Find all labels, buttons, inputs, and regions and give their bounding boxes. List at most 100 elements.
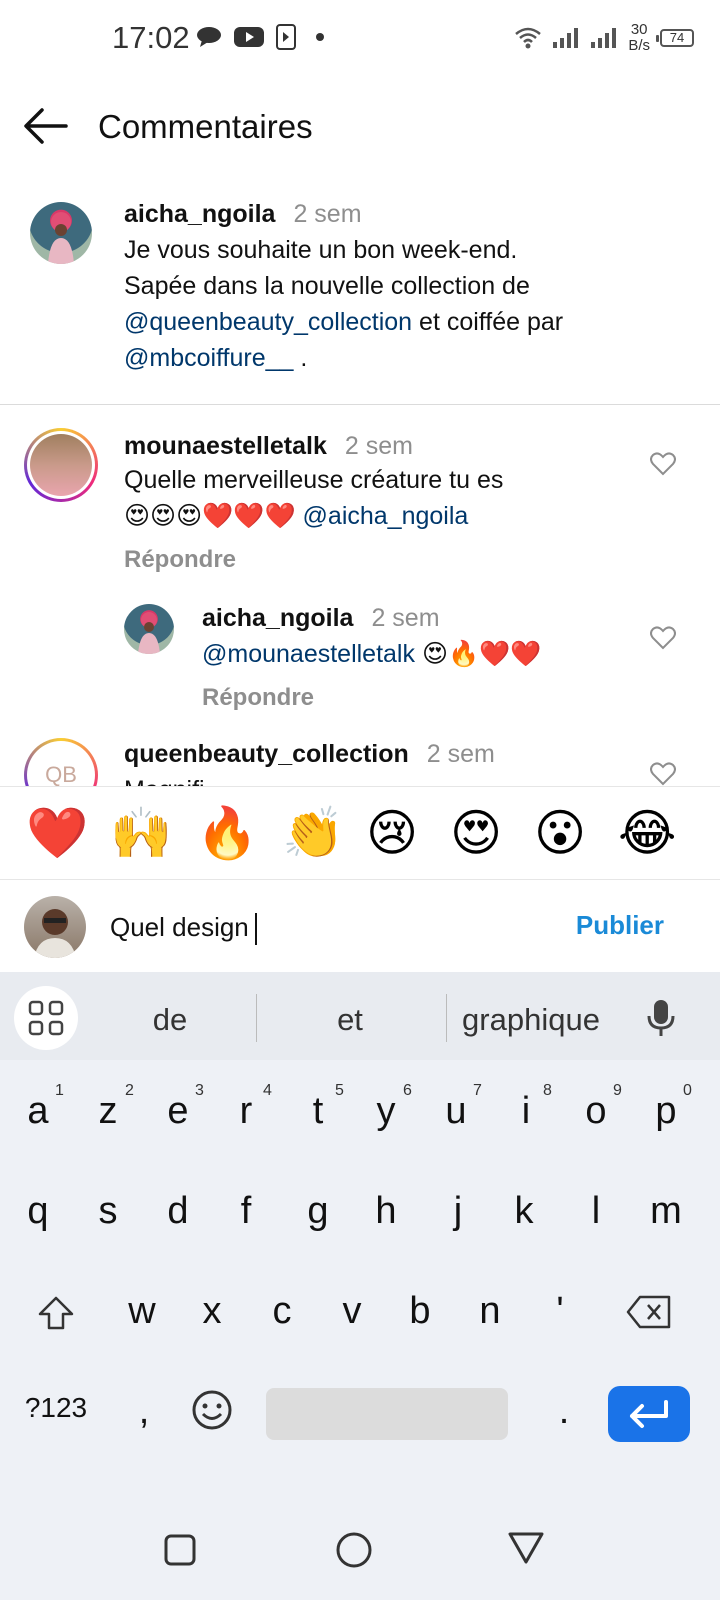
like-heart-icon[interactable] (650, 452, 676, 476)
keyboard: de et graphique a1z2e3r4t5y6u7i8o9p0 qsd… (0, 972, 720, 1600)
key-x[interactable]: x (182, 1290, 242, 1333)
comment-reply-item: aicha_ngoila 2 sem @mounaestelletalk 😍🔥❤️… (0, 602, 720, 722)
key-s[interactable]: s (78, 1190, 138, 1233)
comment-input-field[interactable]: Quel design (110, 912, 257, 946)
comment-username[interactable]: mounaestelletalk (124, 432, 327, 460)
caption-time: 2 sem (293, 200, 362, 228)
header: Commentaires (0, 90, 720, 168)
mention-link[interactable]: @queenbeauty_collection (124, 308, 412, 336)
status-bar: 17:02 30 B/s 74 (0, 0, 720, 80)
media-player-icon (276, 24, 296, 50)
avatar[interactable] (124, 604, 174, 654)
grid-icon (28, 1000, 64, 1036)
comment-time: 2 sem (426, 740, 495, 768)
avatar[interactable] (24, 428, 98, 502)
wifi-icon (515, 27, 542, 49)
suggestion-item[interactable]: et (290, 1002, 410, 1038)
key-number-hint: 2 (125, 1082, 134, 1099)
key-h[interactable]: h (356, 1190, 416, 1233)
enter-arrow-icon (630, 1400, 668, 1428)
shift-icon[interactable] (36, 1294, 76, 1334)
battery-indicator: 74 (656, 29, 694, 47)
emoji-heart-button[interactable]: ❤️ (26, 803, 88, 863)
key-n[interactable]: n (460, 1290, 520, 1333)
emoji-clap-button[interactable]: 👏 (282, 803, 344, 863)
emoji-surprised-button[interactable]: 😮 (534, 803, 586, 863)
symbols-key[interactable]: ?123 (18, 1392, 94, 1424)
emoji-laughing-button[interactable]: 😂 (618, 803, 676, 863)
emoji-crying-button[interactable]: 😢 (366, 803, 418, 863)
mention-link[interactable]: @mounaestelletalk (202, 640, 415, 668)
key-w[interactable]: w (112, 1290, 172, 1333)
key-f[interactable]: f (216, 1190, 276, 1233)
youtube-icon (234, 27, 264, 47)
mention-link[interactable]: @mbcoiffure__ (124, 344, 293, 372)
emoji-keyboard-icon[interactable] (190, 1388, 234, 1432)
key-k[interactable]: k (494, 1190, 554, 1233)
like-heart-icon[interactable] (650, 626, 676, 650)
key-l[interactable]: l (566, 1190, 626, 1233)
dot-icon (316, 33, 324, 41)
key-number-hint: 9 (613, 1082, 622, 1099)
mention-link[interactable]: @aicha_ngoila (303, 502, 469, 530)
reply-button[interactable]: Répondre (202, 684, 314, 712)
back-arrow-icon[interactable] (22, 106, 70, 146)
signal-icon (553, 28, 579, 48)
emoji-raised-hands-button[interactable]: 🙌 (110, 803, 172, 863)
suggestion-item[interactable]: de (110, 1002, 230, 1038)
brand-logo: QB (27, 741, 95, 786)
reply-button[interactable]: Répondre (124, 546, 236, 574)
comment-time: 2 sem (371, 604, 440, 632)
key-number-hint: 7 (473, 1082, 482, 1099)
emoji-fire-button[interactable]: 🔥 (196, 803, 258, 863)
signal-icon-2 (591, 28, 617, 48)
suggestion-item[interactable]: graphique (456, 1002, 606, 1038)
back-nav-icon[interactable] (506, 1530, 546, 1566)
publish-button[interactable]: Publier (576, 910, 664, 941)
key-b[interactable]: b (390, 1290, 450, 1333)
microphone-icon[interactable] (644, 998, 678, 1038)
key-m[interactable]: m (636, 1190, 696, 1233)
key-apostrophe[interactable]: ' (530, 1290, 590, 1333)
key-j[interactable]: j (428, 1190, 488, 1233)
comment-time: 2 sem (344, 432, 413, 460)
text-caret (254, 913, 257, 946)
page-title: Commentaires (98, 108, 313, 145)
comment-item: mounaestelletalk 2 sem Quelle merveilleus… (0, 428, 720, 588)
key-number-hint: 6 (403, 1082, 412, 1099)
key-v[interactable]: v (322, 1290, 382, 1333)
key-g[interactable]: g (288, 1190, 348, 1233)
space-key[interactable] (266, 1388, 508, 1440)
keyboard-apps-button[interactable] (14, 986, 78, 1050)
emoji-heart-eyes-button[interactable]: 😍 (450, 803, 502, 863)
key-number-hint: 5 (335, 1082, 344, 1099)
comma-key[interactable]: , (114, 1390, 174, 1433)
key-d[interactable]: d (148, 1190, 208, 1233)
period-key[interactable]: . (534, 1390, 594, 1433)
system-nav-bar (0, 1500, 720, 1600)
comment-username[interactable]: aicha_ngoila (202, 604, 353, 632)
comment-emojis: 😍🔥❤️❤️ (421, 640, 542, 668)
avatar[interactable]: QB (24, 738, 98, 786)
chat-bubble-icon (197, 27, 221, 47)
enter-key[interactable] (608, 1386, 690, 1442)
current-user-avatar (24, 896, 86, 958)
like-heart-icon[interactable] (650, 762, 676, 786)
comment-username[interactable]: queenbeauty_collection (124, 740, 409, 768)
emoji-quick-bar: ❤️ 🙌 🔥 👏 😢 😍 😮 😂 (0, 786, 720, 880)
key-c[interactable]: c (252, 1290, 312, 1333)
key-q[interactable]: q (8, 1190, 68, 1233)
key-number-hint: 8 (543, 1082, 552, 1099)
suggestion-bar: de et graphique (0, 972, 720, 1060)
divider (0, 404, 720, 405)
avatar-photo (48, 212, 74, 264)
caption-username[interactable]: aicha_ngoila (124, 200, 275, 228)
avatar[interactable] (30, 202, 92, 264)
comment-text: Quelle merveilleuse créature tu es (124, 466, 504, 494)
recent-apps-icon[interactable] (162, 1532, 198, 1568)
backspace-icon[interactable] (626, 1294, 672, 1330)
comment-text: Magnifi... (124, 772, 225, 786)
home-icon[interactable] (334, 1530, 374, 1570)
comment-input-bar: Quel design Publier (0, 882, 720, 972)
key-number-hint: 3 (195, 1082, 204, 1099)
